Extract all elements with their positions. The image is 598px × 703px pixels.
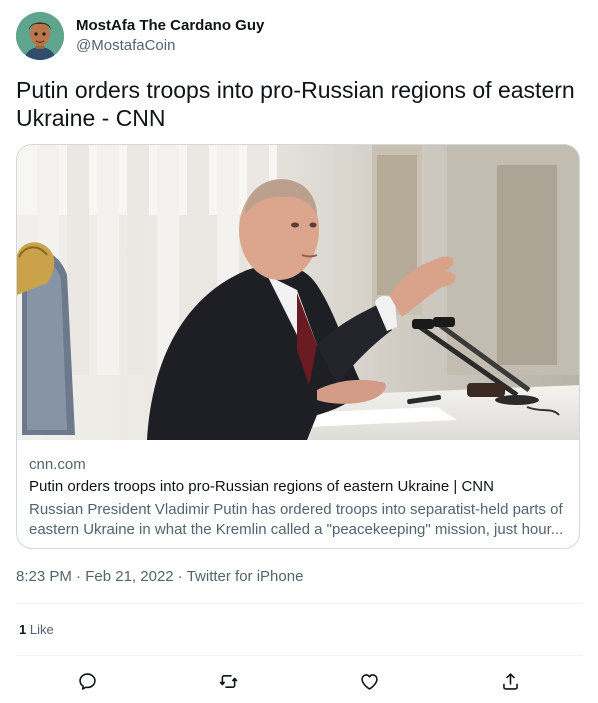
link-card-description-line2: eastern Ukraine in what the Kremlin call… bbox=[29, 521, 564, 538]
tweet-source[interactable]: Twitter for iPhone bbox=[187, 568, 304, 585]
link-card-image[interactable] bbox=[17, 145, 579, 440]
tweet-actions bbox=[0, 664, 598, 696]
like-button[interactable] bbox=[352, 664, 386, 698]
share-icon bbox=[502, 672, 518, 690]
tweet-text: Putin orders troops into pro-Russian reg… bbox=[16, 77, 575, 131]
likes-count-link[interactable]: 1 Like bbox=[19, 622, 54, 637]
link-card-domain: cnn.com bbox=[29, 456, 86, 473]
retweet-icon bbox=[219, 674, 237, 688]
author-handle[interactable]: @MostafaCoin bbox=[76, 37, 175, 55]
like-icon bbox=[360, 673, 378, 690]
tweet-date[interactable]: Feb 21, 2022 bbox=[85, 568, 173, 585]
tweet-meta: 8:23 PM · Feb 21, 2022 · Twitter for iPh… bbox=[16, 568, 303, 585]
link-card-description: Russian President Vladimir Putin has ord… bbox=[29, 500, 569, 540]
tweet: MostAfa The Cardano Guy @MostafaCoin Put… bbox=[0, 0, 598, 703]
link-card-title: Putin orders troops into pro-Russian reg… bbox=[29, 478, 494, 495]
link-card[interactable]: cnn.com Putin orders troops into pro-Rus… bbox=[16, 144, 580, 549]
link-card-description-line1: Russian President Vladimir Putin has ord… bbox=[29, 501, 563, 518]
meta-separator: · bbox=[173, 568, 187, 585]
author-display-name[interactable]: MostAfa The Cardano Guy bbox=[76, 17, 264, 35]
cartoon-avatar-icon bbox=[16, 12, 64, 60]
retweet-button[interactable] bbox=[211, 664, 245, 698]
like-count: 1 bbox=[19, 622, 27, 637]
share-button[interactable] bbox=[493, 664, 527, 698]
reply-icon bbox=[78, 672, 96, 690]
like-label: Like bbox=[29, 622, 54, 637]
avatar[interactable] bbox=[16, 12, 64, 60]
tweet-time[interactable]: 8:23 PM bbox=[16, 568, 72, 585]
meta-separator: · bbox=[71, 568, 86, 585]
reply-button[interactable] bbox=[70, 664, 104, 698]
divider bbox=[16, 655, 582, 656]
divider bbox=[16, 603, 582, 604]
